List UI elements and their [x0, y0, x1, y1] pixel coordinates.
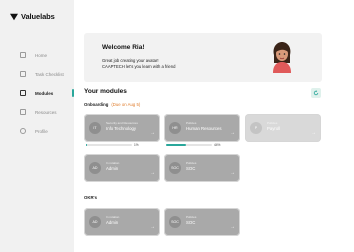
arrow-right-icon: →: [230, 224, 235, 230]
module-category: Policies: [186, 215, 197, 219]
modules-title: Your modules: [84, 88, 127, 95]
home-icon: [20, 52, 26, 58]
arrow-right-icon: →: [150, 170, 155, 176]
avatar: [273, 42, 291, 73]
module-card-admin[interactable]: AD In rotation Admin →: [84, 154, 160, 182]
welcome-line-1: Great job creating your avatar!: [102, 58, 159, 63]
sidebar-nav: Home Task Checklist Modules Resources Pr…: [0, 46, 74, 141]
progress-bar: [166, 144, 212, 146]
sidebar-item-modules[interactable]: Modules: [0, 84, 74, 103]
due-date-note: (Due on Aug 5): [111, 102, 141, 107]
module-category: In rotation: [106, 161, 120, 165]
progress-label: 1%: [134, 142, 139, 147]
okrs-label: OKR's: [84, 195, 97, 200]
module-card-payroll[interactable]: P Policies Payroll →: [245, 114, 321, 142]
arrow-right-icon: →: [230, 170, 235, 176]
module-badge: SOC: [169, 216, 181, 228]
okr-card-soc[interactable]: SOC Policies SOC →: [164, 208, 240, 236]
module-badge: HR: [169, 122, 181, 134]
arrow-right-icon: →: [150, 224, 155, 230]
module-category: Policies: [267, 121, 278, 125]
progress-label: 44%: [214, 142, 221, 147]
module-badge: SOC: [169, 162, 181, 174]
module-name: SOC: [186, 220, 196, 225]
module-name: Info Technology: [106, 126, 137, 131]
sidebar-item-label: Task Checklist: [35, 72, 64, 77]
onboarding-section-label: Onboarding (Due on Aug 5): [84, 102, 140, 107]
module-badge: IT: [89, 122, 101, 134]
sidebar-item-label: Modules: [35, 91, 54, 96]
module-name: Payroll: [267, 126, 281, 131]
calendar-icon: [20, 71, 26, 77]
arrow-right-icon: →: [150, 130, 155, 136]
module-badge: P: [250, 122, 262, 134]
module-category: In rotation: [106, 215, 120, 219]
module-name: Admin: [106, 166, 119, 171]
sidebar: Valuelabs Home Task Checklist Modules Re…: [0, 0, 74, 252]
arrow-right-icon: →: [311, 130, 316, 136]
module-badge: AD: [89, 162, 101, 174]
sidebar-item-label: Home: [35, 53, 48, 58]
book-icon: [20, 90, 26, 96]
folder-icon: [20, 109, 26, 115]
module-category: Security and Resources: [106, 121, 138, 125]
module-card-soc[interactable]: SOC Policies SOC →: [164, 154, 240, 182]
onboarding-label: Onboarding: [84, 102, 109, 107]
progress-bar: [86, 144, 132, 146]
module-name: SOC: [186, 166, 196, 171]
sidebar-item-home[interactable]: Home: [0, 46, 74, 65]
module-card-human-resources[interactable]: HR Policies Human Resources →: [164, 114, 240, 142]
module-name: Admin: [106, 220, 119, 225]
sidebar-item-task-checklist[interactable]: Task Checklist: [0, 65, 74, 84]
user-icon: [20, 128, 26, 134]
welcome-line-2: CAAPTECH let's you learn with a friend: [102, 64, 176, 69]
module-card-info-technology[interactable]: IT Security and Resources Info Technolog…: [84, 114, 160, 142]
module-category: Policies: [186, 161, 197, 165]
module-badge: AD: [89, 216, 101, 228]
sidebar-item-profile[interactable]: Profile: [0, 122, 74, 141]
welcome-banner: Welcome Ria! Great job creating your ava…: [84, 33, 322, 82]
refresh-button[interactable]: [311, 88, 321, 98]
logo-mark-icon: [10, 13, 18, 20]
welcome-title: Welcome Ria!: [102, 44, 145, 51]
refresh-icon: [313, 90, 319, 96]
logo[interactable]: Valuelabs: [10, 12, 55, 21]
app-name: Valuelabs: [21, 12, 55, 21]
sidebar-item-label: Resources: [35, 110, 57, 115]
arrow-right-icon: →: [230, 130, 235, 136]
module-category: Policies: [186, 121, 197, 125]
progress-fill: [166, 144, 187, 146]
okr-card-admin[interactable]: AD In rotation Admin →: [84, 208, 160, 236]
module-name: Human Resources: [186, 126, 222, 131]
sidebar-item-label: Profile: [35, 129, 48, 134]
okrs-section-label: OKR's: [84, 195, 97, 200]
progress-fill: [86, 144, 87, 146]
sidebar-item-resources[interactable]: Resources: [0, 103, 74, 122]
